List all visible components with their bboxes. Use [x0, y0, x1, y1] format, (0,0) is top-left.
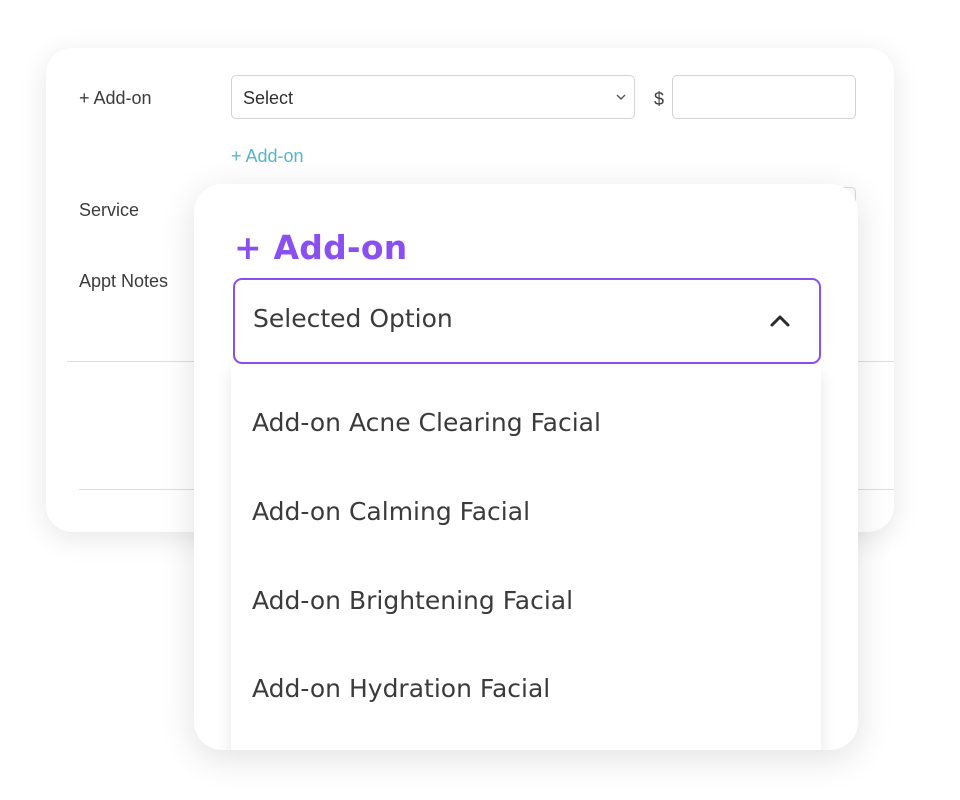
option-item[interactable]: Add-on Hydration Facial — [252, 674, 550, 703]
addon-select-value: Select — [243, 88, 294, 108]
price-input[interactable] — [672, 75, 856, 119]
addon-select[interactable]: Select — [231, 75, 635, 119]
option-item[interactable]: Add-on Brightening Facial — [252, 586, 573, 615]
service-label: Service — [79, 200, 140, 220]
option-item[interactable]: Add-on Calming Facial — [252, 497, 530, 526]
option-item[interactable]: Add-on Acne Clearing Facial — [252, 408, 601, 437]
currency-symbol: $ — [654, 89, 665, 109]
options-list: Add-on Acne Clearing Facial Add-on Calmi… — [231, 366, 821, 750]
chevron-up-icon[interactable] — [769, 310, 791, 332]
addon-combobox[interactable]: Selected Option — [233, 278, 821, 364]
selected-option: Selected Option — [253, 304, 453, 333]
add-addon-link[interactable]: + Add-on — [231, 146, 304, 167]
dropdown-title: + Add-on — [234, 228, 408, 267]
chevron-down-icon — [616, 94, 626, 100]
addon-dropdown-card: + Add-on Selected Option Add-on Acne Cle… — [194, 184, 858, 750]
appt-notes-label: Appt Notes — [79, 271, 169, 291]
addon-label: + Add-on — [79, 88, 152, 108]
